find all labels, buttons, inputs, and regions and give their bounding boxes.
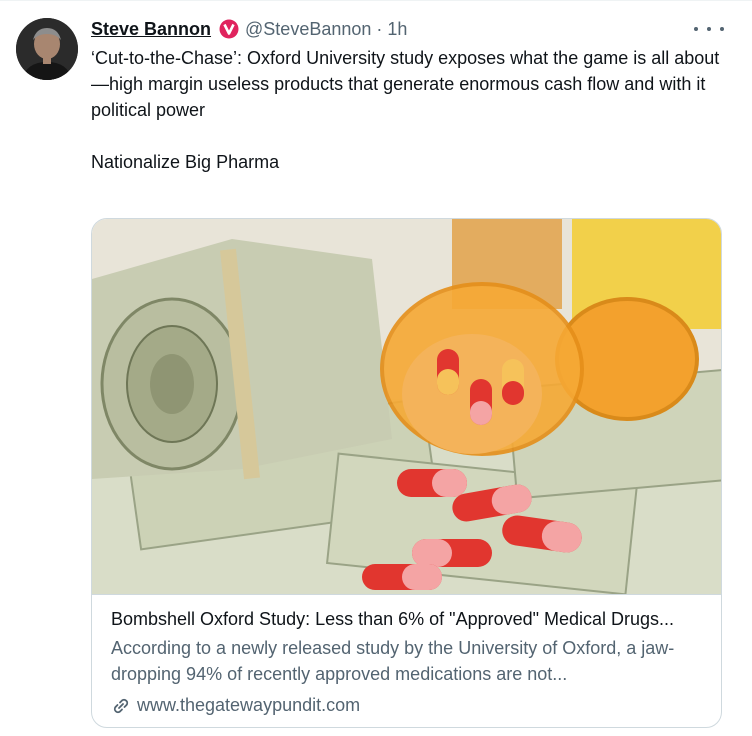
tweet-text-line: ‘Cut-to-the-Chase’: Oxford University st…: [91, 48, 720, 120]
avatar[interactable]: [16, 18, 78, 80]
tweet-text: ‘Cut-to-the-Chase’: Oxford University st…: [91, 45, 721, 175]
author-name[interactable]: Steve Bannon: [91, 19, 211, 40]
link-preview-card[interactable]: Bombshell Oxford Study: Less than 6% of …: [91, 218, 722, 728]
card-domain: www.thegatewaypundit.com: [137, 695, 361, 715]
card-body: Bombshell Oxford Study: Less than 6% of …: [92, 594, 721, 727]
card-description: According to a newly released study by t…: [111, 638, 675, 684]
tweet-text-line: Nationalize Big Pharma: [91, 152, 280, 172]
verified-v-badge-icon: [219, 19, 239, 39]
tweet[interactable]: Steve Bannon @SteveBannon · 1h ‘Cut-to-t…: [0, 0, 752, 736]
tweet-timestamp[interactable]: 1h: [387, 19, 407, 40]
card-image: [92, 219, 721, 594]
author-handle[interactable]: @SteveBannon: [245, 19, 371, 40]
avatar-image: [16, 18, 78, 80]
header-separator: ·: [376, 18, 383, 39]
more-options-icon[interactable]: [694, 17, 724, 41]
link-icon: [111, 696, 131, 716]
tweet-header: Steve Bannon @SteveBannon · 1h: [91, 17, 407, 41]
card-domain-row[interactable]: www.thegatewaypundit.com: [111, 695, 704, 716]
card-title[interactable]: Bombshell Oxford Study: Less than 6% of …: [111, 607, 704, 631]
